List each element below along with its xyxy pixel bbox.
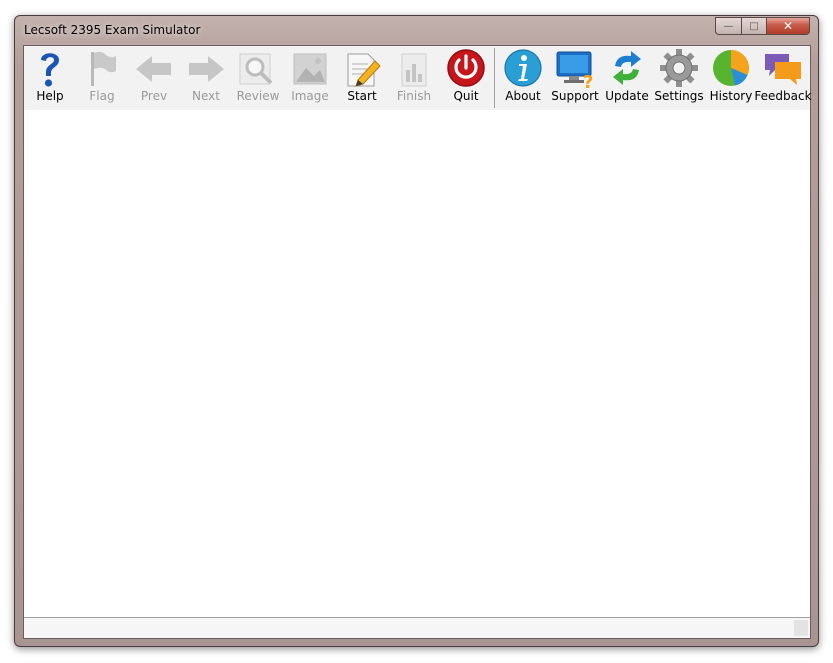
status-bar	[24, 617, 810, 638]
help-button[interactable]: Help	[24, 46, 76, 110]
feedback-button[interactable]: Feedback	[754, 46, 812, 110]
history-label: History	[709, 89, 753, 103]
settings-label: Settings	[654, 89, 704, 103]
start-label: Start	[347, 89, 377, 103]
finish-button[interactable]: Finish	[388, 46, 440, 110]
prev-label: Prev	[140, 89, 168, 103]
magnifier-icon	[239, 53, 273, 85]
pie-chart-icon	[713, 50, 749, 86]
close-icon: ✕	[782, 19, 794, 33]
title-bar[interactable]: Lecsoft 2395 Exam Simulator — □ ✕	[15, 16, 818, 44]
about-button[interactable]: About	[497, 46, 549, 110]
support-button[interactable]: ? Support	[549, 46, 601, 110]
speech-bubbles-icon	[765, 54, 801, 85]
feedback-label: Feedback	[754, 89, 812, 103]
flag-button[interactable]: Flag	[76, 46, 128, 110]
svg-text:?: ?	[583, 72, 593, 90]
update-label: Update	[605, 89, 649, 103]
about-label: About	[505, 89, 541, 103]
help-icon	[41, 53, 59, 87]
maximize-button[interactable]: □	[741, 17, 766, 35]
next-button[interactable]: Next	[180, 46, 232, 110]
minimize-button[interactable]: —	[715, 17, 741, 35]
toolbar-separator	[494, 48, 495, 108]
quit-label: Quit	[453, 89, 479, 103]
monitor-question-icon: ?	[556, 51, 593, 90]
maximize-icon: □	[749, 20, 759, 32]
image-label: Image	[291, 89, 329, 103]
window-title: Lecsoft 2395 Exam Simulator	[24, 23, 201, 37]
power-icon	[447, 49, 485, 87]
next-label: Next	[192, 89, 220, 103]
app-window: Lecsoft 2395 Exam Simulator — □ ✕ Help F…	[14, 15, 819, 647]
arrow-left-icon	[136, 56, 171, 82]
update-button[interactable]: Update	[601, 46, 653, 110]
gear-icon	[660, 49, 698, 87]
support-label: Support	[551, 89, 599, 103]
history-button[interactable]: History	[705, 46, 757, 110]
minimize-icon: —	[723, 20, 734, 32]
info-icon	[504, 49, 542, 87]
image-icon	[293, 53, 327, 85]
quit-button[interactable]: Quit	[440, 46, 492, 110]
settings-button[interactable]: Settings	[653, 46, 705, 110]
help-label: Help	[36, 89, 64, 103]
start-button[interactable]: Start	[336, 46, 388, 110]
prev-button[interactable]: Prev	[128, 46, 180, 110]
review-button[interactable]: Review	[232, 46, 284, 110]
refresh-arrows-icon	[613, 51, 641, 85]
resize-grip[interactable]	[794, 620, 808, 636]
client-area: Help Flag Prev Next Review Image Start F…	[23, 45, 812, 639]
main-content-area	[24, 110, 810, 617]
review-label: Review	[236, 89, 280, 103]
arrow-right-icon	[189, 56, 224, 82]
close-button[interactable]: ✕	[766, 17, 810, 35]
main-toolbar: Help Flag Prev Next Review Image Start F…	[24, 46, 812, 110]
window-controls: — □ ✕	[715, 17, 810, 35]
pencil-paper-icon	[347, 53, 381, 87]
image-button[interactable]: Image	[284, 46, 336, 110]
finish-icon	[401, 53, 427, 87]
flag-label: Flag	[89, 89, 115, 103]
finish-label: Finish	[396, 89, 432, 103]
flag-icon	[91, 51, 116, 86]
